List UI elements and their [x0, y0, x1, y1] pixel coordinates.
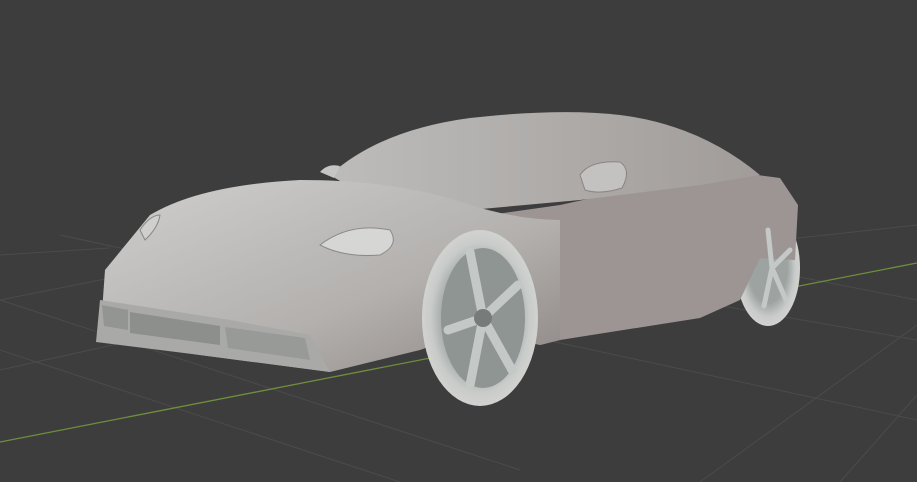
viewport-canvas[interactable] [0, 0, 917, 482]
car-model[interactable] [96, 112, 800, 406]
3d-viewport[interactable] [0, 0, 917, 482]
front-wheel-hub [474, 309, 492, 327]
